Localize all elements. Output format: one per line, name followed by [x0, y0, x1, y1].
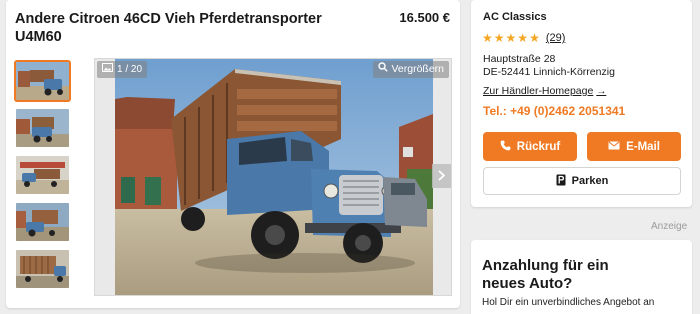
dealer-card: AC Classics ★ ★ ★ ★ ★ (29) Hauptstraße 2… [471, 0, 692, 207]
thumbnail-5[interactable] [16, 250, 69, 288]
dealer-rating[interactable]: ★ ★ ★ ★ ★ (29) [482, 32, 565, 44]
callback-button[interactable]: Rückruf [483, 132, 577, 161]
zoom-label: Vergrößern [391, 63, 444, 75]
dealer-name: AC Classics [483, 11, 547, 23]
star-icon: ★ [493, 31, 505, 45]
rating-count-link[interactable]: (29) [546, 32, 566, 44]
star-icon: ★ [517, 31, 529, 45]
image-viewer[interactable]: 1 / 20 Vergrößern [94, 58, 452, 296]
image-counter-text: 1 / 20 [117, 64, 143, 75]
listing-card: Andere Citroen 46CD Vieh Pferdetransport… [6, 0, 460, 308]
phone-icon [500, 140, 511, 154]
email-label: E-Mail [626, 140, 660, 153]
email-button[interactable]: E-Mail [587, 132, 681, 161]
thumbnail-3[interactable] [16, 156, 69, 194]
next-image-button[interactable] [432, 164, 451, 188]
listing-price: 16.500 € [399, 10, 450, 25]
callback-label: Rückruf [516, 140, 561, 153]
image-icon [102, 61, 113, 78]
thumbnail-1[interactable] [14, 60, 71, 102]
envelope-icon [608, 140, 620, 153]
chevron-right-icon [438, 168, 446, 184]
image-counter: 1 / 20 [97, 61, 148, 78]
dealer-phone[interactable]: Tel.: +49 (0)2462 2051341 [483, 104, 625, 118]
park-button[interactable]: Parken [483, 167, 681, 195]
promo-title: Anzahlung für ein neues Auto? [482, 257, 609, 292]
star-icon: ★ [505, 31, 517, 45]
dealer-city: DE-52441 Linnich-Körrenzig [483, 66, 615, 78]
parking-icon [556, 174, 566, 189]
promo-card[interactable]: Anzahlung für ein neues Auto? Hol Dir ei… [471, 240, 692, 314]
star-icon: ★ [482, 31, 493, 45]
ad-label: Anzeige [651, 221, 688, 232]
homepage-link-label: Zur Händler-Homepage [483, 85, 594, 97]
star-icon: ★ [529, 31, 540, 45]
magnifier-icon [378, 61, 389, 78]
thumbnail-strip [14, 60, 71, 297]
dealer-street: Hauptstraße 28 [483, 53, 556, 65]
dealer-homepage-link[interactable]: Zur Händler-Homepage → [483, 85, 606, 97]
promo-text: Hol Dir ein unverbindliches Angebot an [482, 297, 655, 308]
arrow-right-icon: → [596, 85, 607, 97]
park-label: Parken [571, 175, 609, 187]
listing-title: Andere Citroen 46CD Vieh Pferdetransport… [15, 11, 322, 45]
thumbnail-2[interactable] [16, 109, 69, 147]
main-photo[interactable] [115, 59, 433, 296]
zoom-button[interactable]: Vergrößern [373, 61, 449, 78]
thumbnail-4[interactable] [16, 203, 69, 241]
